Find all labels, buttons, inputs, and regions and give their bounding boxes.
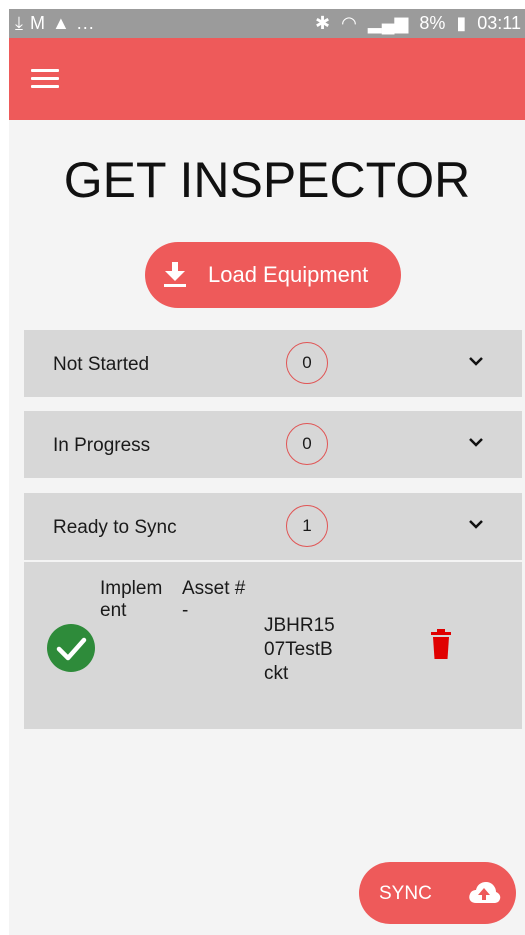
asset-header-dash: - xyxy=(182,600,189,621)
page-title: GET INSPECTOR xyxy=(63,152,471,208)
type-header-line1: Implem xyxy=(100,578,163,599)
status-indicators: ✱ ◠ ▂▄▆ 8% ▮ 03:11 xyxy=(309,13,521,34)
app-bar xyxy=(9,38,525,120)
asset-number: JBHR15 07TestB ckt xyxy=(264,614,364,686)
load-equipment-button[interactable]: Load Equipment xyxy=(145,242,401,308)
clock: 03:11 xyxy=(477,13,521,33)
section-label: Ready to Sync xyxy=(53,517,177,538)
trash-icon[interactable] xyxy=(429,629,453,659)
count-badge: 0 xyxy=(286,423,328,465)
battery-percent: 8% xyxy=(419,13,446,33)
download-icon xyxy=(164,262,186,287)
asset-number-line2: 07TestB xyxy=(264,639,333,660)
sync-button[interactable]: SYNC xyxy=(359,862,516,924)
asset-header: Asset # - xyxy=(182,578,245,622)
load-equipment-label: Load Equipment xyxy=(208,262,369,287)
bluetooth-icon: ✱ xyxy=(315,13,331,33)
wifi-icon: ◠ xyxy=(341,13,357,33)
battery-icon: ▮ xyxy=(456,13,467,33)
section-ready-to-sync[interactable]: Ready to Sync 1 xyxy=(24,493,522,560)
count-badge: 1 xyxy=(286,505,328,547)
section-label: Not Started xyxy=(53,354,150,375)
check-circle-icon xyxy=(47,624,95,672)
cloud-upload-icon xyxy=(469,882,501,903)
menu-icon[interactable] xyxy=(31,69,59,89)
sync-label: SYNC xyxy=(379,883,432,904)
section-in-progress[interactable]: In Progress 0 xyxy=(24,411,522,478)
asset-number-line1: JBHR15 xyxy=(264,615,335,636)
chevron-down-icon[interactable] xyxy=(467,354,485,368)
signal-icon: ▂▄▆ xyxy=(367,13,409,33)
count-badge: 0 xyxy=(286,342,328,384)
type-header-line2: ent xyxy=(100,600,127,621)
section-label: In Progress xyxy=(53,435,151,456)
asset-header-label: Asset # xyxy=(182,578,246,599)
chevron-down-icon[interactable] xyxy=(467,517,485,531)
type-header: Implem ent xyxy=(100,578,162,622)
chevron-down-icon[interactable] xyxy=(467,435,485,449)
asset-number-line3: ckt xyxy=(264,663,289,684)
app-screen: ⤓ M ▲ ... ✱ ◠ ▂▄▆ 8% ▮ 03:11 GET INSPECT… xyxy=(9,9,525,935)
ready-item-row[interactable]: Implem ent Asset # - JBHR15 07TestB ckt xyxy=(24,562,522,729)
section-not-started[interactable]: Not Started 0 xyxy=(24,330,522,397)
notification-icons: ⤓ M ▲ ... xyxy=(15,13,95,33)
status-bar: ⤓ M ▲ ... ✱ ◠ ▂▄▆ 8% ▮ 03:11 xyxy=(9,9,525,38)
